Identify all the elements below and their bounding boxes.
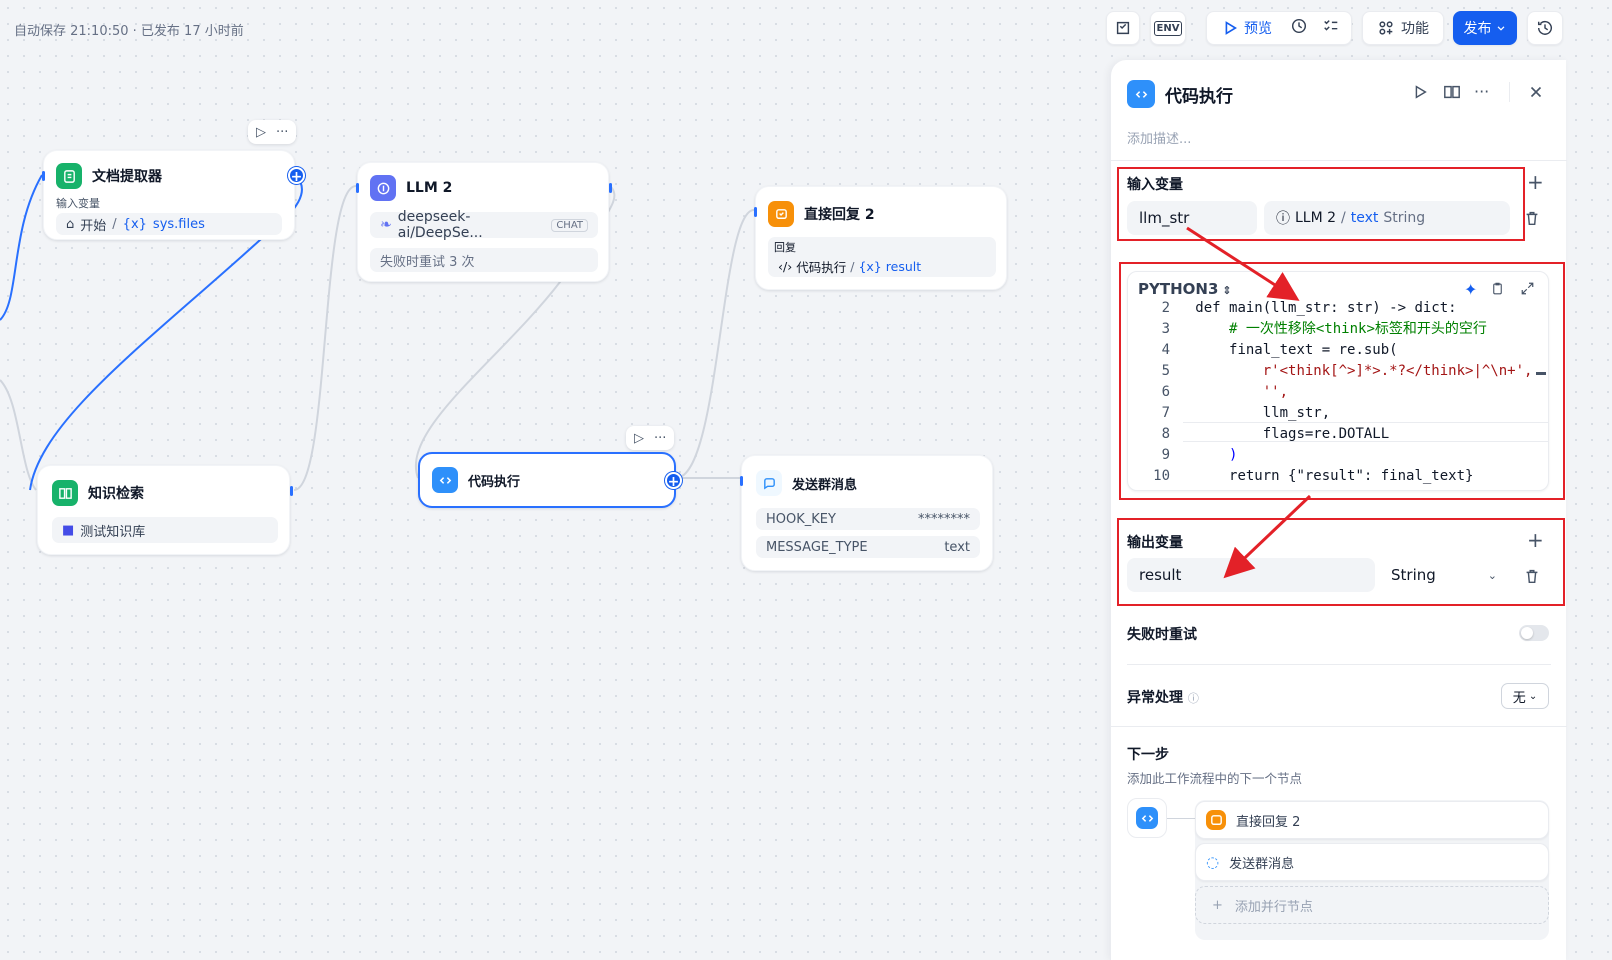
annotation-arrows [1186,226,1312,579]
